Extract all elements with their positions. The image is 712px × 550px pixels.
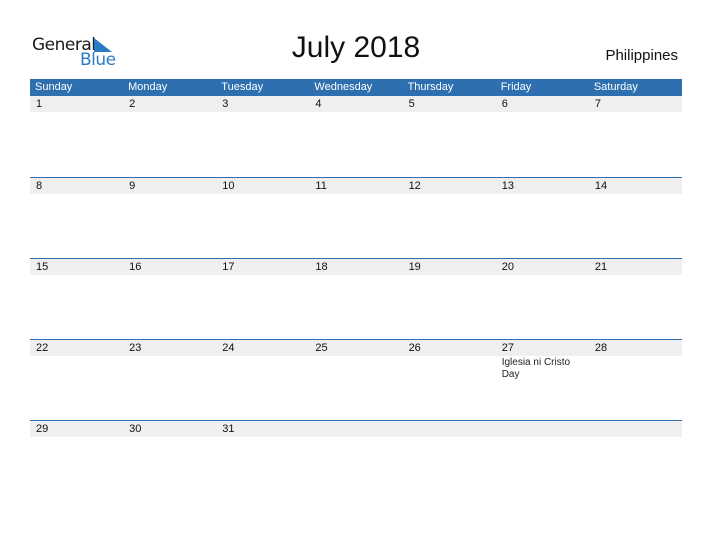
weekday-wednesday: Wednesday bbox=[314, 81, 373, 93]
day-event bbox=[496, 194, 589, 195]
day-number bbox=[589, 421, 682, 437]
weekday-tuesday: Tuesday bbox=[221, 81, 264, 93]
day-event bbox=[30, 275, 123, 276]
day-number: 29 bbox=[36, 423, 49, 435]
day-number: 28 bbox=[594, 342, 608, 354]
date-strip: 29 30 31 bbox=[30, 421, 682, 437]
day-number: 18 bbox=[315, 261, 328, 273]
day-number bbox=[309, 421, 402, 437]
day-number: 23 bbox=[129, 342, 142, 354]
day-event bbox=[216, 437, 309, 438]
day-event bbox=[496, 112, 589, 113]
week-row: 29 30 31 bbox=[30, 420, 682, 501]
day-event bbox=[309, 194, 402, 195]
day-number: 7 bbox=[594, 98, 601, 110]
date-strip: 1 2 3 4 5 6 7 bbox=[30, 96, 682, 112]
day-number bbox=[496, 421, 589, 437]
day-number: 12 bbox=[408, 180, 421, 192]
day-event bbox=[30, 112, 123, 113]
day-event bbox=[403, 437, 496, 438]
weekday-thursday: Thursday bbox=[407, 81, 454, 93]
day-event bbox=[123, 275, 216, 276]
day-number: 3 bbox=[222, 98, 229, 110]
week-row: 1 2 3 4 5 6 7 bbox=[30, 96, 682, 177]
day-number: 5 bbox=[408, 98, 415, 110]
day-number: 19 bbox=[408, 261, 421, 273]
day-number: 1 bbox=[36, 98, 43, 110]
day-event bbox=[123, 356, 216, 381]
events-row bbox=[30, 437, 682, 438]
events-row: Iglesia ni Cristo Day bbox=[30, 356, 682, 381]
day-number: 8 bbox=[36, 180, 43, 192]
day-number: 26 bbox=[408, 342, 421, 354]
day-event bbox=[309, 356, 402, 381]
week-row: 22 23 24 25 26 27 28 Iglesia ni Cristo Day bbox=[30, 339, 682, 420]
day-event bbox=[403, 356, 496, 381]
day-event bbox=[30, 194, 123, 195]
day-event bbox=[589, 437, 682, 438]
day-number: 31 bbox=[222, 423, 235, 435]
day-event bbox=[496, 437, 589, 438]
day-event bbox=[123, 112, 216, 113]
day-event bbox=[496, 275, 589, 276]
day-event bbox=[30, 356, 123, 381]
day-number: 30 bbox=[129, 423, 142, 435]
day-event bbox=[216, 356, 309, 381]
date-strip: 8 9 10 11 12 13 14 bbox=[30, 178, 682, 194]
day-event bbox=[403, 275, 496, 276]
weekday-monday: Monday bbox=[128, 81, 168, 93]
day-number: 9 bbox=[129, 180, 136, 192]
day-number: 13 bbox=[501, 180, 514, 192]
day-event bbox=[589, 194, 682, 195]
day-event bbox=[403, 194, 496, 195]
calendar-grid: Sunday Monday Tuesday Wednesday Thursday… bbox=[30, 79, 682, 501]
day-number: 17 bbox=[222, 261, 235, 273]
day-event bbox=[403, 112, 496, 113]
weekday-sunday: Sunday bbox=[35, 81, 73, 93]
weeks-container: 1 2 3 4 5 6 7 8 9 10 11 12 13 14 15 16 17 18 19 20 21 22 23 24 2… bbox=[30, 96, 682, 501]
day-event: Iglesia ni Cristo Day bbox=[501, 357, 571, 380]
day-number: 15 bbox=[36, 261, 49, 273]
day-number: 4 bbox=[315, 98, 322, 110]
day-event bbox=[309, 112, 402, 113]
day-number: 27 bbox=[501, 342, 514, 354]
day-number: 6 bbox=[501, 98, 508, 110]
week-row: 8 9 10 11 12 13 14 bbox=[30, 177, 682, 258]
day-number: 11 bbox=[315, 180, 327, 192]
day-event bbox=[216, 194, 309, 195]
day-event bbox=[30, 437, 123, 438]
day-number: 14 bbox=[594, 180, 608, 192]
day-number: 25 bbox=[315, 342, 328, 354]
date-strip: 15 16 17 18 19 20 21 bbox=[30, 259, 682, 275]
day-number bbox=[403, 421, 496, 437]
day-number: 24 bbox=[222, 342, 235, 354]
day-event bbox=[589, 112, 682, 113]
day-number: 22 bbox=[36, 342, 49, 354]
weekday-header: Sunday Monday Tuesday Wednesday Thursday… bbox=[30, 79, 682, 96]
events-row bbox=[30, 275, 682, 276]
day-number: 2 bbox=[129, 98, 136, 110]
date-strip: 22 23 24 25 26 27 28 bbox=[30, 340, 682, 356]
events-row bbox=[30, 112, 682, 113]
day-event bbox=[123, 437, 216, 438]
day-event bbox=[589, 275, 682, 276]
day-event bbox=[216, 112, 309, 113]
events-row bbox=[30, 194, 682, 195]
day-number: 10 bbox=[222, 180, 235, 192]
week-row: 15 16 17 18 19 20 21 bbox=[30, 258, 682, 339]
country-label: Philippines bbox=[605, 47, 678, 64]
day-number: 16 bbox=[129, 261, 142, 273]
day-event bbox=[123, 194, 216, 195]
weekday-friday: Friday bbox=[500, 81, 532, 93]
day-event bbox=[589, 356, 682, 381]
weekday-saturday: Saturday bbox=[593, 81, 638, 93]
day-event bbox=[216, 275, 309, 276]
day-number: 21 bbox=[594, 261, 608, 273]
day-event bbox=[309, 275, 402, 276]
day-event bbox=[309, 437, 402, 438]
day-number: 20 bbox=[501, 261, 514, 273]
